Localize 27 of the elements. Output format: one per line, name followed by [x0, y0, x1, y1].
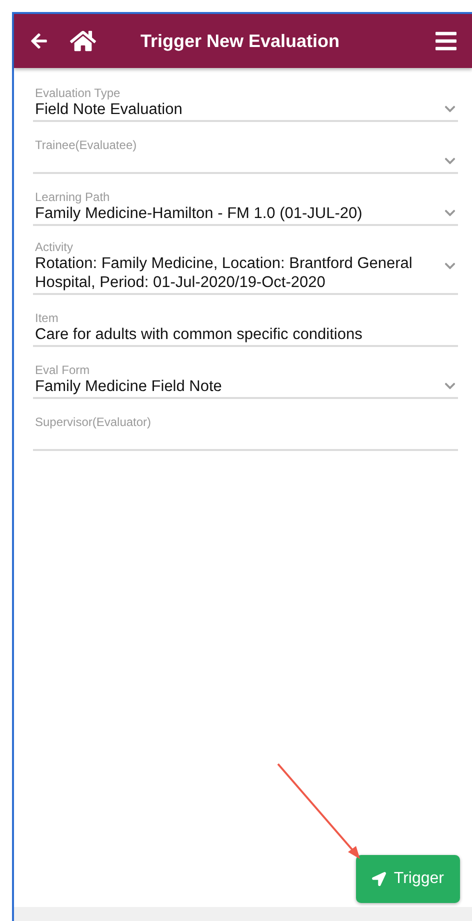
field-value: Family Medicine Field Note: [35, 377, 223, 396]
send-icon: [372, 872, 386, 886]
select-field[interactable]: Learning Path Family Medicine-Hamilton - FM 1.0 (01-JUL-20): [33, 188, 458, 226]
field-label: Activity: [35, 240, 74, 254]
field-label: Learning Path: [35, 190, 111, 204]
field-label: Eval Form: [35, 363, 91, 377]
chevron-icon: [444, 380, 456, 392]
home-icon[interactable]: [70, 28, 96, 54]
field-value: Care for adults with common specific conditions: [35, 325, 364, 344]
field-label: Item: [35, 311, 60, 325]
field-label: Supervisor(Evaluator): [35, 415, 152, 429]
select-field[interactable]: Evaluation Type Field Note Evaluation: [33, 84, 458, 122]
chevron-icon: [444, 260, 456, 272]
select-field[interactable]: Activity Rotation: Family Medicine, Location: Brantford General Hospital, Period: 01-Jul-2020/19-Oct-2020: [33, 240, 458, 295]
chevron-icon: [444, 207, 456, 219]
field-label: Trainee(Evaluatee): [35, 138, 138, 152]
chevron-icon: [444, 155, 456, 167]
field-value: Field Note Evaluation: [35, 100, 184, 119]
menu-icon[interactable]: [434, 29, 458, 53]
field-label: Evaluation Type: [35, 86, 122, 100]
select-field[interactable]: Eval Form Family Medicine Field Note: [33, 361, 458, 399]
back-icon[interactable]: [30, 32, 48, 50]
field-value: Rotation: Family Medicine, Location: Brantford General Hospital, Period: 01-Jul-2020/19-Oct-2020: [35, 254, 414, 292]
field-value: Family Medicine-Hamilton - FM 1.0 (01-JUL-20): [35, 204, 364, 223]
input-field[interactable]: Item Care for adults with common specific conditions: [33, 309, 458, 347]
page-title: Trigger New Evaluation: [139, 30, 341, 52]
chevron-icon: [444, 103, 456, 115]
